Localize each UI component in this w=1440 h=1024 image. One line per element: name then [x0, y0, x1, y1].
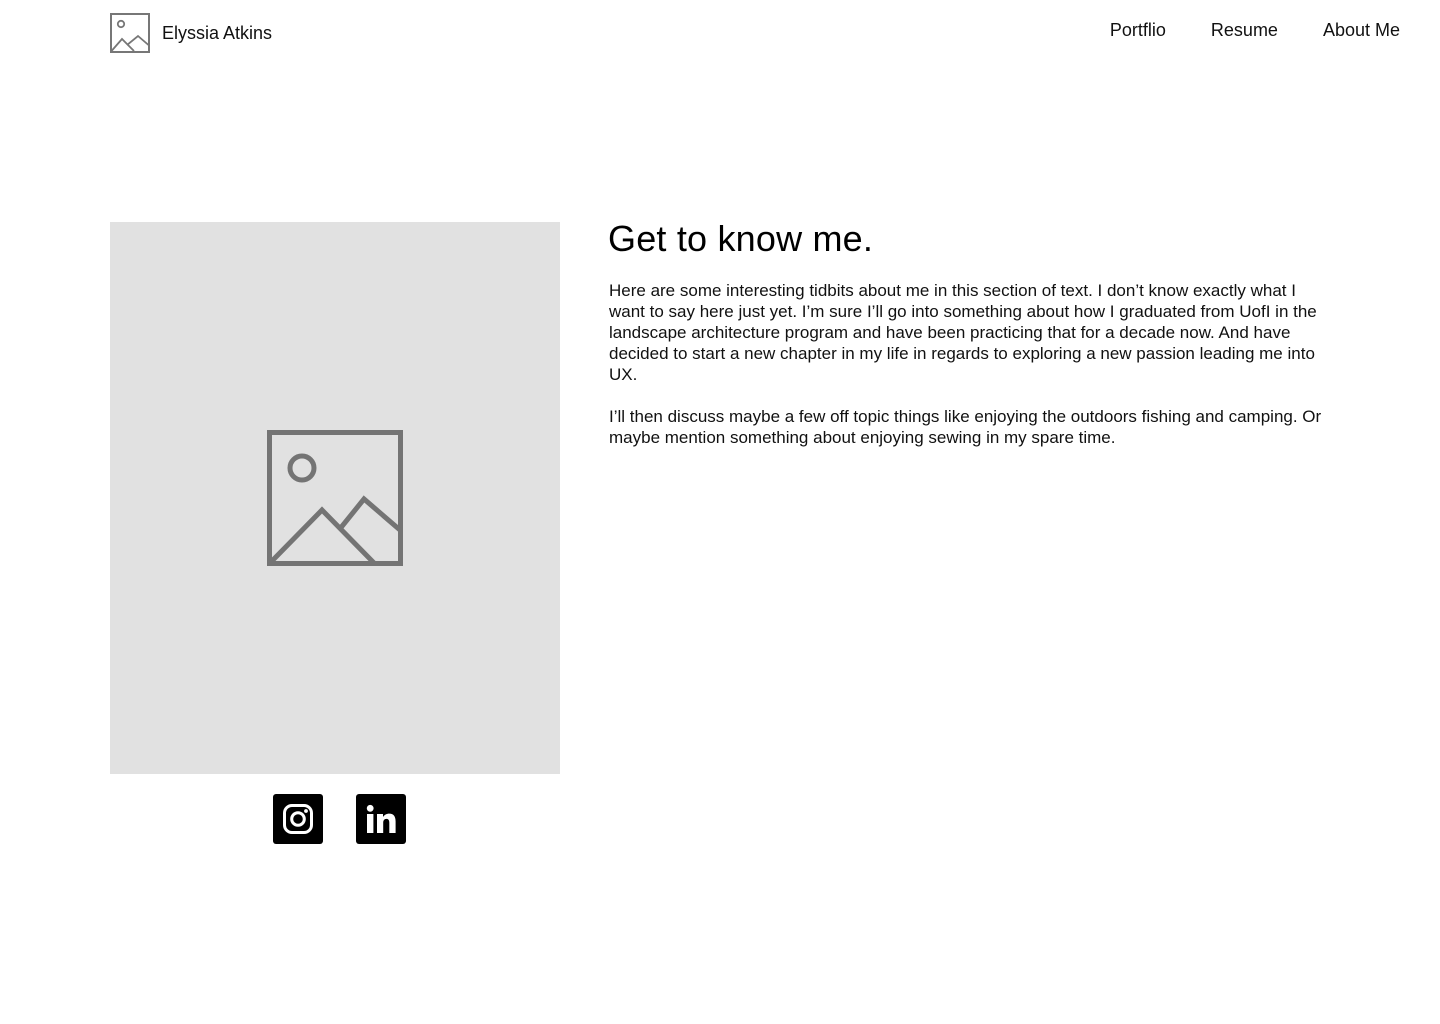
about-body: Here are some interesting tidbits about … — [609, 280, 1334, 469]
about-paragraph: I’ll then discuss maybe a few off topic … — [609, 407, 1322, 447]
social-links — [273, 794, 406, 844]
brand-name: Elyssia Atkins — [162, 22, 273, 43]
about-paragraph: Here are some interesting tidbits about … — [609, 281, 1317, 384]
instagram-button[interactable] — [273, 794, 323, 844]
nav-item-about-me[interactable]: About Me — [1323, 20, 1400, 41]
page: Elyssia Atkins Portflio Resume About Me — [0, 0, 1440, 1024]
image-placeholder-icon — [267, 430, 403, 566]
linkedin-button[interactable] — [356, 794, 406, 844]
page-title: Get to know me. — [608, 218, 874, 259]
image-placeholder-icon — [110, 13, 150, 53]
main-nav: Portflio Resume About Me — [1110, 20, 1400, 41]
brand[interactable]: Elyssia Atkins — [110, 13, 272, 53]
nav-item-portfolio[interactable]: Portflio — [1110, 20, 1166, 41]
linkedin-icon — [366, 804, 396, 833]
profile-image-placeholder — [110, 222, 560, 774]
nav-item-resume[interactable]: Resume — [1211, 20, 1278, 41]
instagram-icon — [283, 804, 313, 834]
